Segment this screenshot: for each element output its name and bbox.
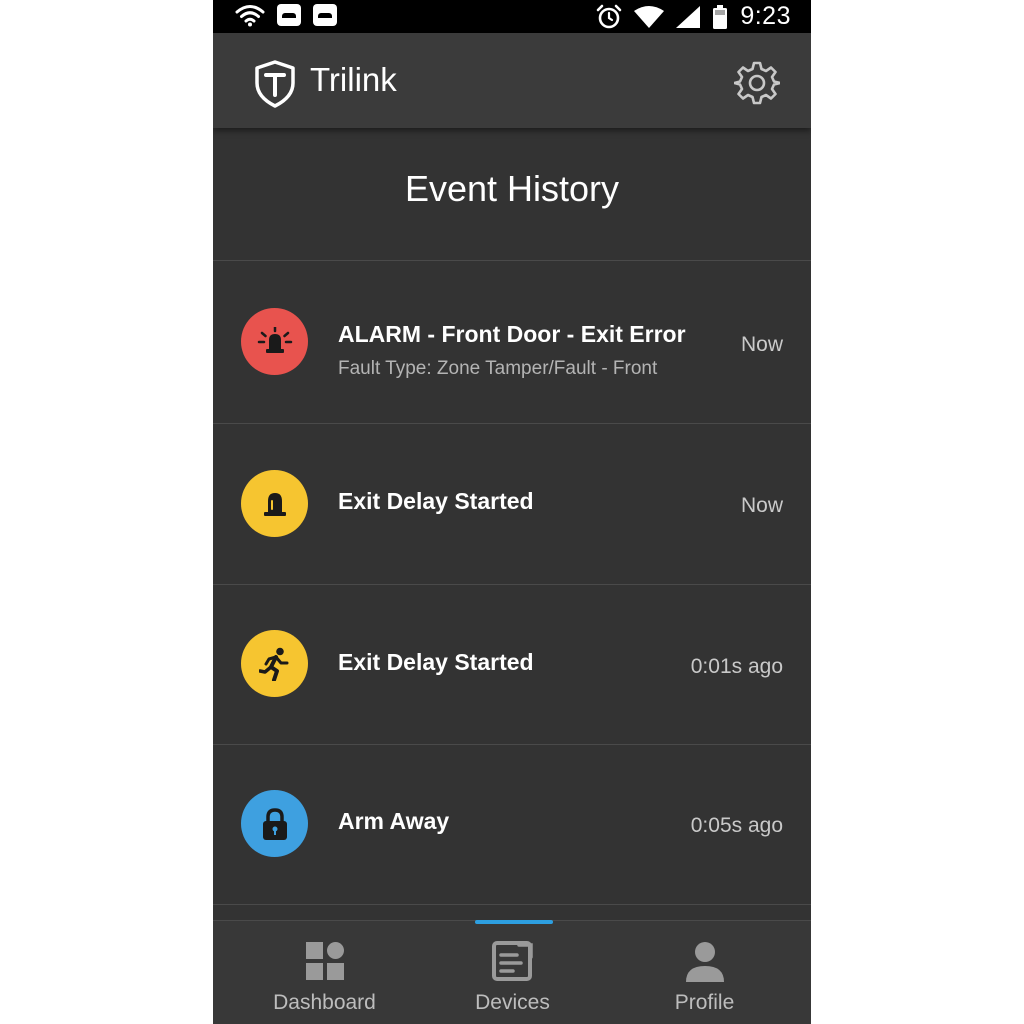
status-time: 9:23 — [740, 2, 791, 30]
notification-icon — [313, 4, 337, 26]
app-header: Trilink — [213, 33, 811, 128]
notification-icon — [277, 4, 301, 26]
event-icon-badge — [241, 790, 308, 857]
event-row-exit-delay[interactable]: Exit Delay Started 0:01s ago — [213, 585, 811, 745]
event-row-alarm[interactable]: ALARM - Front Door - Exit Error Fault Ty… — [213, 261, 811, 421]
bottom-navigation: Dashboard Devices Profile — [213, 920, 811, 1024]
nav-label: Dashboard — [273, 991, 376, 1014]
battery-icon — [713, 4, 728, 29]
divider — [213, 904, 811, 905]
person-icon — [686, 942, 724, 982]
cell-signal-icon — [676, 5, 701, 28]
shield-logo-icon — [255, 60, 295, 108]
brand-name: Trilink — [310, 61, 397, 98]
nav-dashboard[interactable]: Dashboard — [225, 921, 424, 1024]
event-subtitle: Fault Type: Zone Tamper/Fault - Front — [338, 358, 658, 379]
nav-label: Devices — [475, 991, 550, 1014]
nav-label: Profile — [674, 991, 735, 1014]
gear-icon[interactable] — [734, 60, 780, 106]
event-time: 0:05s ago — [690, 814, 783, 837]
event-time: 0:01s ago — [690, 655, 783, 678]
event-row-arm-away[interactable]: Arm Away 0:05s ago — [213, 745, 811, 905]
event-time: Now — [740, 494, 783, 517]
lock-icon — [262, 807, 287, 840]
siren-icon — [263, 492, 286, 516]
siren-icon — [257, 326, 292, 353]
phone-screen: 9:23 Trilink Event History ALARM - Front — [213, 0, 811, 1024]
devices-icon — [492, 941, 533, 981]
event-time: Now — [740, 333, 783, 356]
wifi-signal-icon — [634, 5, 665, 28]
event-title: ALARM - Front Door - Exit Error — [338, 321, 686, 347]
event-icon-badge — [241, 470, 308, 537]
event-title: Arm Away — [338, 808, 450, 834]
nav-profile[interactable]: Profile — [605, 921, 804, 1024]
dashboard-icon — [306, 942, 344, 980]
page-title: Event History — [404, 168, 620, 209]
event-title: Exit Delay Started — [338, 649, 534, 675]
nav-devices[interactable]: Devices — [413, 921, 612, 1024]
event-icon-badge — [241, 308, 308, 375]
event-icon-badge — [241, 630, 308, 697]
event-row-exit-delay[interactable]: Exit Delay Started Now — [213, 424, 811, 584]
event-title: Exit Delay Started — [338, 488, 534, 514]
status-bar: 9:23 — [213, 0, 811, 33]
active-tab-indicator — [475, 920, 553, 924]
running-person-icon — [258, 647, 288, 681]
wifi-icon — [235, 5, 265, 27]
alarm-clock-icon — [597, 4, 622, 28]
